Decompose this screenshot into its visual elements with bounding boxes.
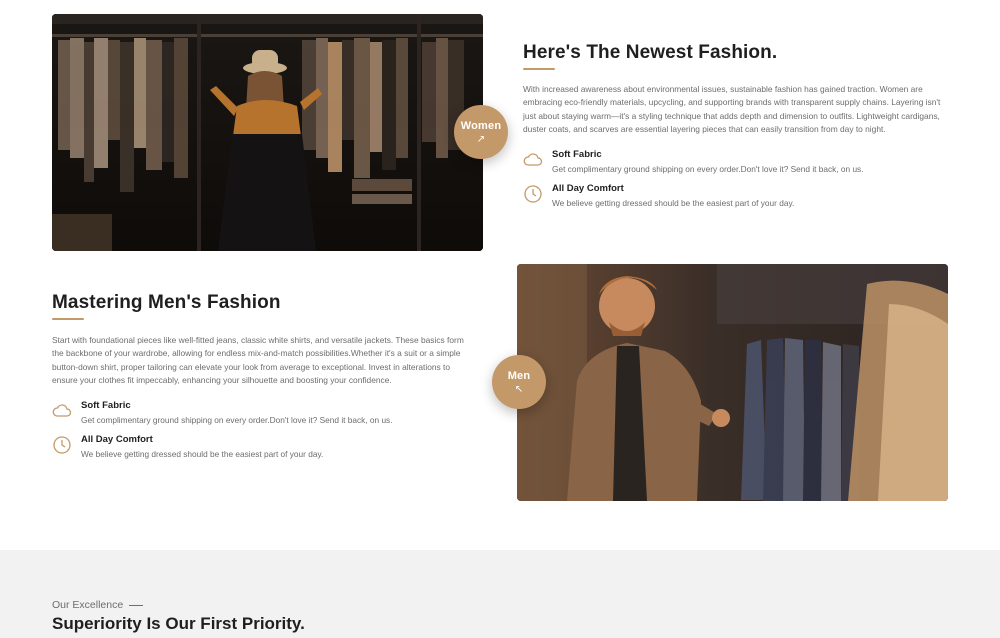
feature-text: Get complimentary ground shipping on eve… (81, 415, 393, 426)
men-title: Mastering Men's Fashion (52, 292, 477, 320)
cloud-icon (523, 153, 543, 166)
men-feature-soft-fabric: Soft Fabric Get complimentary ground shi… (52, 400, 477, 425)
arrow-up-left-icon: ↖ (514, 383, 524, 395)
women-feature-all-day-comfort: All Day Comfort We believe getting dress… (523, 183, 953, 208)
clock-icon (53, 436, 71, 454)
kicker-text: Our Excellence (52, 599, 124, 611)
feature-title: All Day Comfort (81, 434, 153, 446)
men-description: Start with foundational pieces like well… (52, 335, 464, 385)
women-title: Here's The Newest Fashion. (523, 42, 953, 70)
women-content: Here's The Newest Fashion. With increase… (523, 42, 953, 208)
feature-text: We believe getting dressed should be the… (552, 198, 795, 209)
feature-title: Soft Fabric (81, 400, 131, 412)
excellence-kicker: Our Excellence (52, 599, 144, 611)
feature-title: Soft Fabric (552, 149, 602, 161)
women-category-button[interactable]: Women ↗ (454, 105, 508, 159)
men-title-text: Mastering Men's Fashion (52, 292, 281, 313)
women-feature-soft-fabric: Soft Fabric Get complimentary ground shi… (523, 149, 953, 174)
men-badge-label: Men (507, 369, 531, 382)
men-category-button[interactable]: Men ↖ (492, 355, 546, 409)
feature-text: We believe getting dressed should be the… (81, 449, 324, 460)
kicker-dash (129, 604, 144, 606)
cloud-icon (52, 404, 72, 417)
excellence-heading: Superiority Is Our First Priority. (52, 614, 305, 633)
men-content: Mastering Men's Fashion Start with found… (52, 292, 477, 459)
men-photo (517, 264, 948, 501)
women-description: With increased awareness about environme… (523, 84, 941, 134)
men-feature-all-day-comfort: All Day Comfort We believe getting dress… (52, 434, 477, 459)
excellence-section: Our Excellence Superiority Is Our First … (0, 550, 1000, 638)
women-badge-label: Women (460, 119, 502, 132)
title-underline (52, 318, 84, 320)
clock-icon (524, 185, 542, 203)
title-underline (523, 68, 555, 70)
women-photo (52, 14, 483, 251)
arrow-up-right-icon: ↗ (476, 133, 486, 145)
feature-text: Get complimentary ground shipping on eve… (552, 164, 864, 175)
women-title-text: Here's The Newest Fashion. (523, 42, 778, 63)
feature-title: All Day Comfort (552, 183, 624, 195)
